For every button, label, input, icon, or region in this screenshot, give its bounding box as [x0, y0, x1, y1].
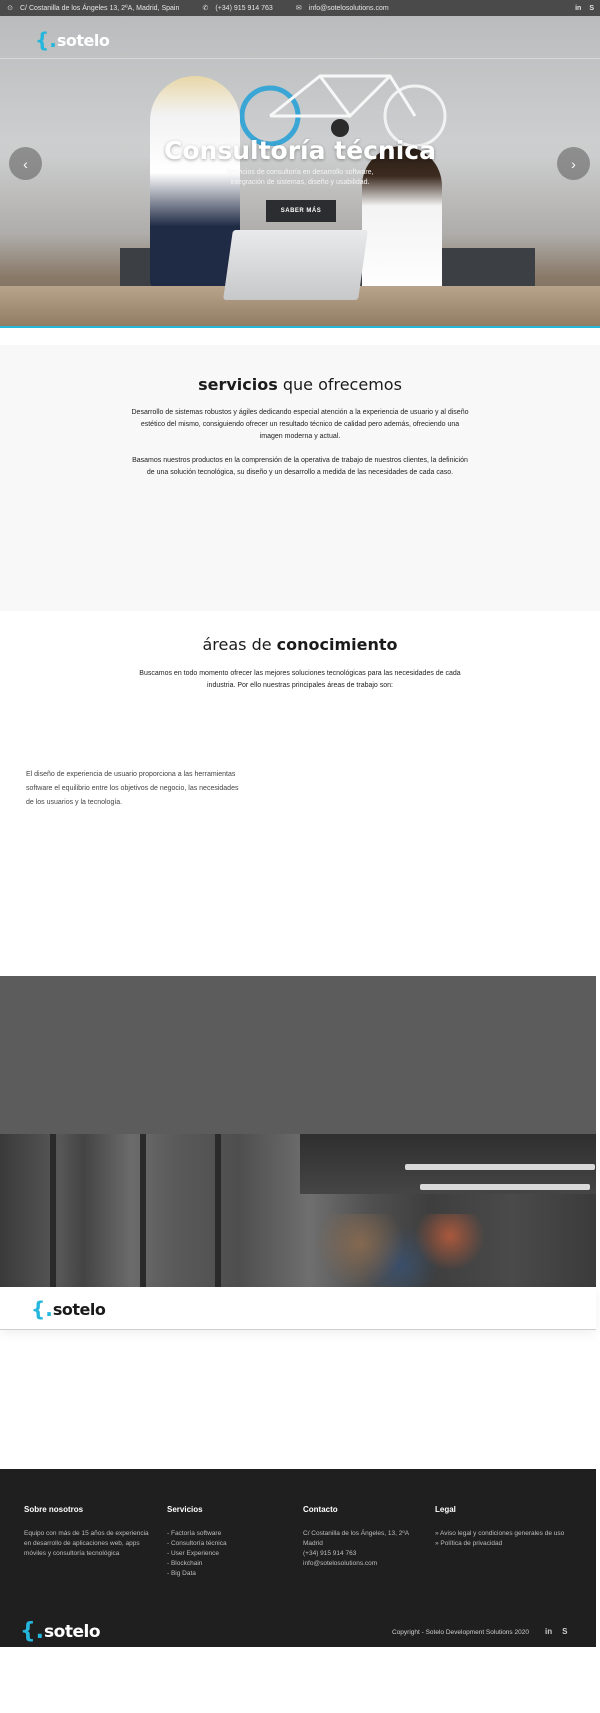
ceiling-lamp — [420, 1184, 590, 1190]
footer-service-link[interactable]: - Consultoría técnica — [167, 1539, 277, 1549]
services-title: servicios que ofrecemos — [0, 375, 600, 394]
footer-about-heading: Sobre nosotros — [24, 1505, 84, 1514]
window-frame — [215, 1134, 221, 1287]
gray-banner — [0, 976, 596, 1134]
ux-description: El diseño de experiencia de usuario prop… — [26, 771, 239, 806]
footer-legal-heading: Legal — [435, 1505, 456, 1514]
skype-icon[interactable]: S — [562, 1627, 567, 1636]
email-item[interactable]: ✉ info@sotelosolutions.com — [295, 4, 389, 13]
areas-title: áreas de conocimiento — [0, 635, 600, 654]
logo-brace: {. — [20, 1619, 45, 1644]
services-title-rest: que ofrecemos — [277, 375, 402, 394]
chevron-left-icon: ‹ — [23, 155, 28, 172]
footer-contact-phone[interactable]: (+34) 915 914 763 — [303, 1549, 418, 1559]
window-frame — [140, 1134, 146, 1287]
mail-icon: ✉ — [295, 5, 302, 12]
footer-service-link[interactable]: - Big Data — [167, 1569, 277, 1579]
services-paragraph-1: Desarrollo de sistemas robustos y ágiles… — [131, 409, 469, 440]
footer-service-link[interactable]: - Blockchain — [167, 1559, 277, 1569]
areas-intro: Buscamos en todo momento ofrecer las mej… — [139, 670, 461, 689]
phone-item[interactable]: ✆ (+34) 915 914 763 — [201, 4, 272, 13]
bicycle-illustration — [240, 74, 447, 146]
top-bar: ⊙ C/ Costanilla de los Ángeles 13, 2ºA, … — [0, 0, 600, 16]
topbar-social: in S — [575, 5, 594, 12]
phone-text[interactable]: (+34) 915 914 763 — [215, 5, 272, 12]
services-title-bold: servicios — [198, 375, 278, 394]
hero-slider: {. sotelo Consultoría técnica Servicios … — [0, 16, 600, 328]
phone-icon: ✆ — [202, 5, 209, 12]
skype-icon[interactable]: S — [589, 5, 594, 12]
laptop — [223, 230, 368, 300]
footer-contact-heading: Contacto — [303, 1505, 338, 1514]
address-item: ⊙ C/ Costanilla de los Ángeles 13, 2ºA, … — [6, 4, 180, 13]
privacy-policy-link[interactable]: » Política de privacidad — [435, 1539, 565, 1549]
areas-title-bold: conocimiento — [276, 635, 398, 654]
logo-brace: {. — [31, 1297, 53, 1321]
hero-title: Consultoría técnica — [164, 136, 436, 165]
copyright-text: Copyright - Sotelo Development Solutions… — [392, 1629, 529, 1636]
logo-brace: {. — [35, 28, 57, 52]
logo-text: sotelo — [44, 1621, 100, 1642]
services-paragraph-2: Basamos nuestros productos en la compren… — [132, 457, 468, 476]
services-section: servicios que ofrecemos Desarrollo de si… — [0, 345, 600, 611]
address-text: C/ Costanilla de los Ángeles 13, 2ºA, Ma… — [20, 4, 180, 12]
footer-contact: Contacto C/ Costanilla de los Ángeles, 1… — [303, 1505, 418, 1569]
window-frame — [50, 1134, 56, 1287]
footer-about-text: Equipo con más de 15 años de experiencia… — [24, 1530, 149, 1557]
hero-subtitle: Servicios de consultoría en desarrollo s… — [226, 169, 374, 186]
ceiling-lamp — [405, 1164, 595, 1170]
email-text[interactable]: info@sotelosolutions.com — [309, 5, 389, 12]
chevron-right-icon: › — [571, 155, 576, 172]
footer-services: Servicios - Factoría software - Consulto… — [167, 1505, 277, 1579]
header-logo[interactable]: {. sotelo — [35, 28, 110, 52]
logo-text: sotelo — [52, 1299, 106, 1319]
strip-logo[interactable]: {. sotelo — [31, 1297, 106, 1321]
footer-legal: Legal » Aviso legal y condiciones genera… — [435, 1505, 565, 1549]
hero-accent-line — [0, 326, 600, 328]
slider-prev-button[interactable]: ‹ — [9, 147, 42, 180]
footer-social: in S — [545, 1627, 567, 1636]
footer-service-link[interactable]: - User Experience — [167, 1549, 277, 1559]
footer-contact-email[interactable]: info@sotelosolutions.com — [303, 1559, 418, 1569]
linkedin-icon[interactable]: in — [575, 5, 581, 12]
saber-mas-button[interactable]: SABER MÁS — [266, 200, 336, 222]
map-pin-icon: ⊙ — [7, 5, 13, 12]
footer-service-link[interactable]: - Factoría software — [167, 1529, 277, 1539]
footer-contact-city: Madrid — [303, 1540, 323, 1547]
team-meeting — [300, 1214, 500, 1287]
footer-services-heading: Servicios — [167, 1505, 203, 1514]
sticky-logo-bar: {. sotelo — [0, 1287, 596, 1330]
areas-title-rest: áreas de — [202, 635, 277, 654]
logo-text: sotelo — [56, 30, 110, 50]
areas-section: áreas de conocimiento Buscamos en todo m… — [0, 611, 600, 976]
footer-contact-address: C/ Costanilla de los Ángeles, 13, 2ºA — [303, 1530, 410, 1537]
office-photo — [0, 1134, 596, 1287]
footer-logo[interactable]: {. sotelo — [20, 1619, 100, 1644]
slider-next-button[interactable]: › — [557, 147, 590, 180]
legal-notice-link[interactable]: » Aviso legal y condiciones generales de… — [435, 1529, 565, 1539]
footer: Sobre nosotros Equipo con más de 15 años… — [0, 1469, 596, 1647]
linkedin-icon[interactable]: in — [545, 1627, 552, 1636]
footer-about: Sobre nosotros Equipo con más de 15 años… — [24, 1505, 149, 1559]
